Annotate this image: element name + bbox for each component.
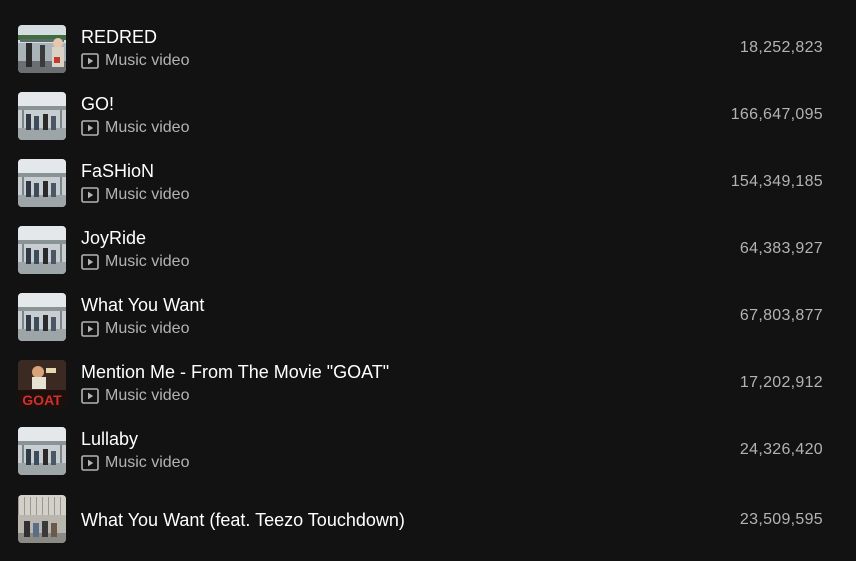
track-row[interactable]: FaSHioN Music video 154,349,185	[0, 149, 856, 216]
track-type-label: Music video	[105, 119, 190, 136]
play-count: 154,349,185	[730, 173, 823, 190]
track-title[interactable]: REDRED	[81, 26, 157, 48]
track-row[interactable]: What You Want (feat. Teezo Touchdown) 23…	[0, 486, 856, 553]
track-title[interactable]: What You Want (feat. Teezo Touchdown)	[81, 509, 405, 531]
video-icon	[81, 120, 99, 136]
track-title[interactable]: GO!	[81, 93, 114, 115]
play-count: 17,202,912	[739, 374, 823, 391]
track-type: Music video	[81, 118, 189, 138]
track-thumbnail	[18, 159, 66, 207]
track-thumbnail	[18, 226, 66, 274]
track-type: Music video	[81, 185, 189, 205]
track-thumbnail: GOAT	[18, 360, 66, 408]
track-type: Music video	[81, 319, 189, 339]
track-row[interactable]: GO! Music video 166,647,095	[0, 82, 856, 149]
track-title[interactable]: Lullaby	[81, 428, 138, 450]
track-type: Music video	[81, 252, 189, 272]
play-count: 23,509,595	[739, 511, 823, 528]
track-thumbnail	[18, 25, 66, 73]
track-type: Music video	[81, 51, 189, 71]
track-type: Music video	[81, 453, 189, 473]
play-count: 64,383,927	[739, 240, 823, 257]
track-type-label: Music video	[105, 186, 190, 203]
track-title[interactable]: What You Want	[81, 294, 204, 316]
video-icon	[81, 254, 99, 270]
track-type-label: Music video	[105, 253, 190, 270]
play-count: 18,252,823	[739, 39, 823, 56]
track-type-label: Music video	[105, 52, 190, 69]
track-thumbnail	[18, 293, 66, 341]
track-title[interactable]: FaSHioN	[81, 160, 154, 182]
video-icon	[81, 455, 99, 471]
track-row[interactable]: What You Want Music video 67,803,877	[0, 283, 856, 350]
track-type: Music video	[81, 386, 189, 406]
track-type-label: Music video	[105, 320, 190, 337]
track-row[interactable]: REDRED Music video 18,252,823	[0, 15, 856, 82]
track-thumbnail	[18, 92, 66, 140]
track-row[interactable]: GOAT Mention Me - From The Movie "GOAT" …	[0, 350, 856, 417]
track-list: REDRED Music video 18,252,823 GO! Music …	[0, 0, 856, 561]
track-thumbnail	[18, 427, 66, 475]
track-thumbnail	[18, 495, 66, 543]
track-row[interactable]: JoyRide Music video 64,383,927	[0, 216, 856, 283]
track-row[interactable]: Lullaby Music video 24,326,420	[0, 417, 856, 484]
play-count: 24,326,420	[739, 441, 823, 458]
play-count: 67,803,877	[739, 307, 823, 324]
video-icon	[81, 321, 99, 337]
play-count: 166,647,095	[730, 106, 823, 123]
track-type-label: Music video	[105, 387, 190, 404]
video-icon	[81, 53, 99, 69]
track-title[interactable]: Mention Me - From The Movie "GOAT"	[81, 361, 389, 383]
video-icon	[81, 388, 99, 404]
track-type-label: Music video	[105, 454, 190, 471]
goat-poster-lettering: GOAT	[22, 392, 62, 408]
track-title[interactable]: JoyRide	[81, 227, 146, 249]
video-icon	[81, 187, 99, 203]
